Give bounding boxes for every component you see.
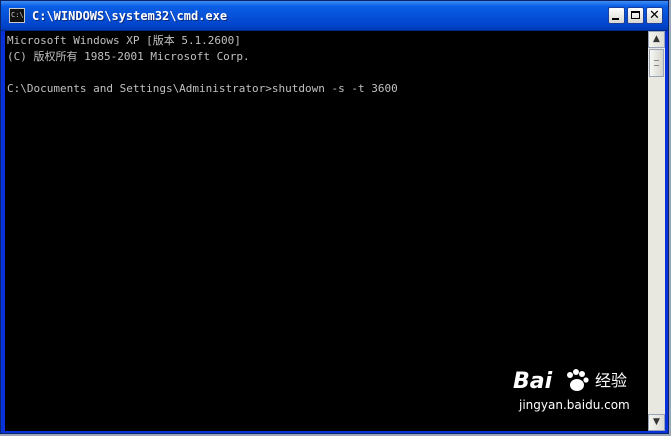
watermark-brand: Bai — [513, 369, 553, 394]
window-title: C:\WINDOWS\system32\cmd.exe — [32, 9, 228, 23]
paw-icon — [567, 369, 589, 391]
arrow-up-icon: ▲ — [653, 34, 660, 44]
command-prompt-line: C:\Documents and Settings\Administrator>… — [7, 82, 398, 95]
arrow-down-icon: ▼ — [653, 417, 660, 427]
minimize-button[interactable] — [608, 7, 625, 24]
console-line: Microsoft Windows XP [版本 5.1.2600] — [7, 34, 241, 47]
scroll-up-button[interactable]: ▲ — [648, 31, 665, 48]
cmd-icon[interactable]: C:\ — [9, 8, 25, 23]
cmd-window: C:\ C:\WINDOWS\system32\cmd.exe ✕ Micros… — [0, 0, 669, 434]
console-line: (C) 版权所有 1985-2001 Microsoft Corp. — [7, 50, 250, 63]
watermark-subtitle: 经验 — [595, 371, 628, 390]
title-bar[interactable]: C:\ C:\WINDOWS\system32\cmd.exe ✕ — [1, 1, 668, 31]
close-icon: ✕ — [649, 8, 660, 23]
baidu-jingyan-watermark: Bai 经验 jingyan.baidu.com — [513, 365, 653, 421]
maximize-icon — [631, 11, 640, 19]
close-button[interactable]: ✕ — [646, 7, 663, 24]
minimize-icon — [612, 18, 619, 20]
maximize-button[interactable] — [627, 7, 644, 24]
scrollbar-thumb[interactable] — [649, 49, 664, 77]
watermark-url: jingyan.baidu.com — [519, 398, 630, 412]
grip-icon — [654, 60, 659, 66]
